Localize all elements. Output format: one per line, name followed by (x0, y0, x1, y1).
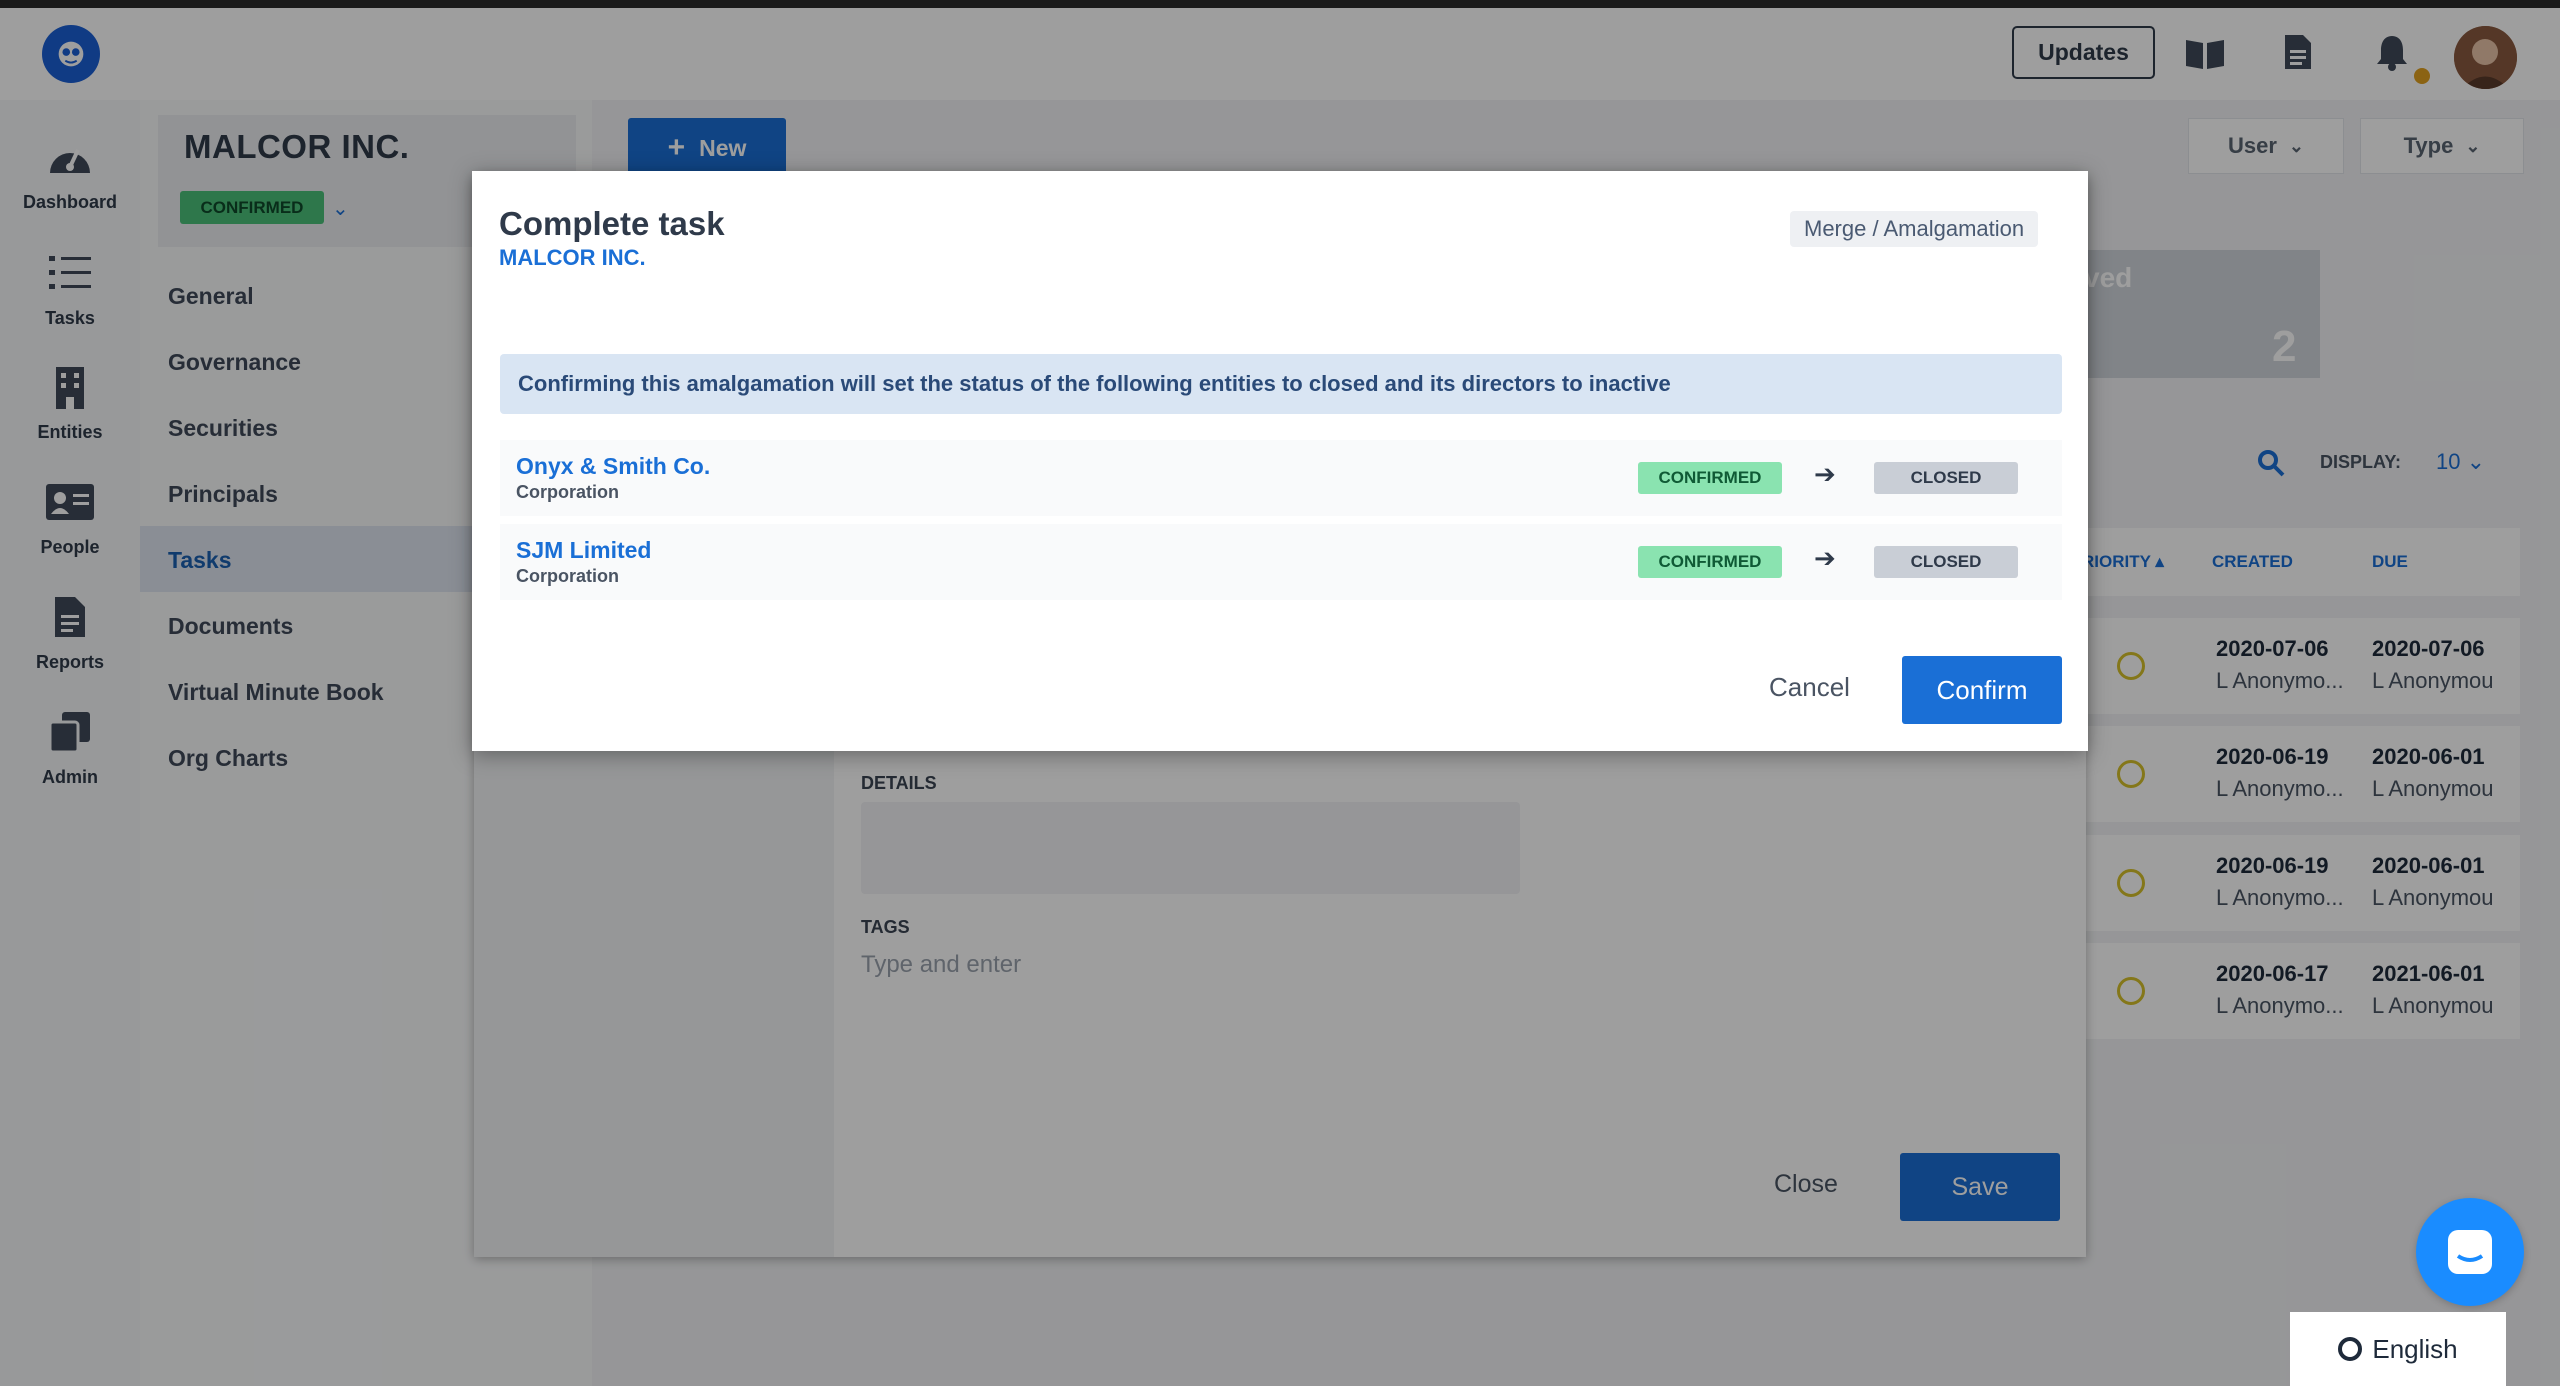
chat-launcher[interactable] (2416, 1198, 2524, 1306)
entity-type: Corporation (516, 566, 619, 586)
language-selector[interactable]: English (2290, 1312, 2506, 1386)
arrow-right-icon: ➔ (1814, 459, 1836, 489)
task-type-tag: Merge / Amalgamation (1790, 211, 2039, 247)
arrow-right-icon: ➔ (1814, 543, 1836, 573)
language-label: English (2372, 1333, 2458, 1364)
entity-link[interactable]: Onyx & Smith Co. (516, 453, 710, 480)
cancel-button[interactable]: Cancel (1769, 672, 1850, 703)
chat-icon (2448, 1230, 2492, 1274)
status-to-badge: CLOSED (1874, 462, 2018, 494)
modal-title: Complete task (499, 205, 725, 242)
status-from-badge: CONFIRMED (1638, 546, 1782, 578)
language-icon (2338, 1337, 2363, 1361)
status-to-badge: CLOSED (1874, 546, 2018, 578)
confirm-button[interactable]: Confirm (1902, 656, 2062, 724)
status-from-badge: CONFIRMED (1638, 462, 1782, 494)
entity-link[interactable]: SJM Limited (516, 537, 651, 564)
entity-type: Corporation (516, 482, 619, 502)
modal-subtitle: MALCOR INC. (499, 245, 646, 270)
info-banner: Confirming this amalgamation will set th… (500, 354, 2062, 414)
